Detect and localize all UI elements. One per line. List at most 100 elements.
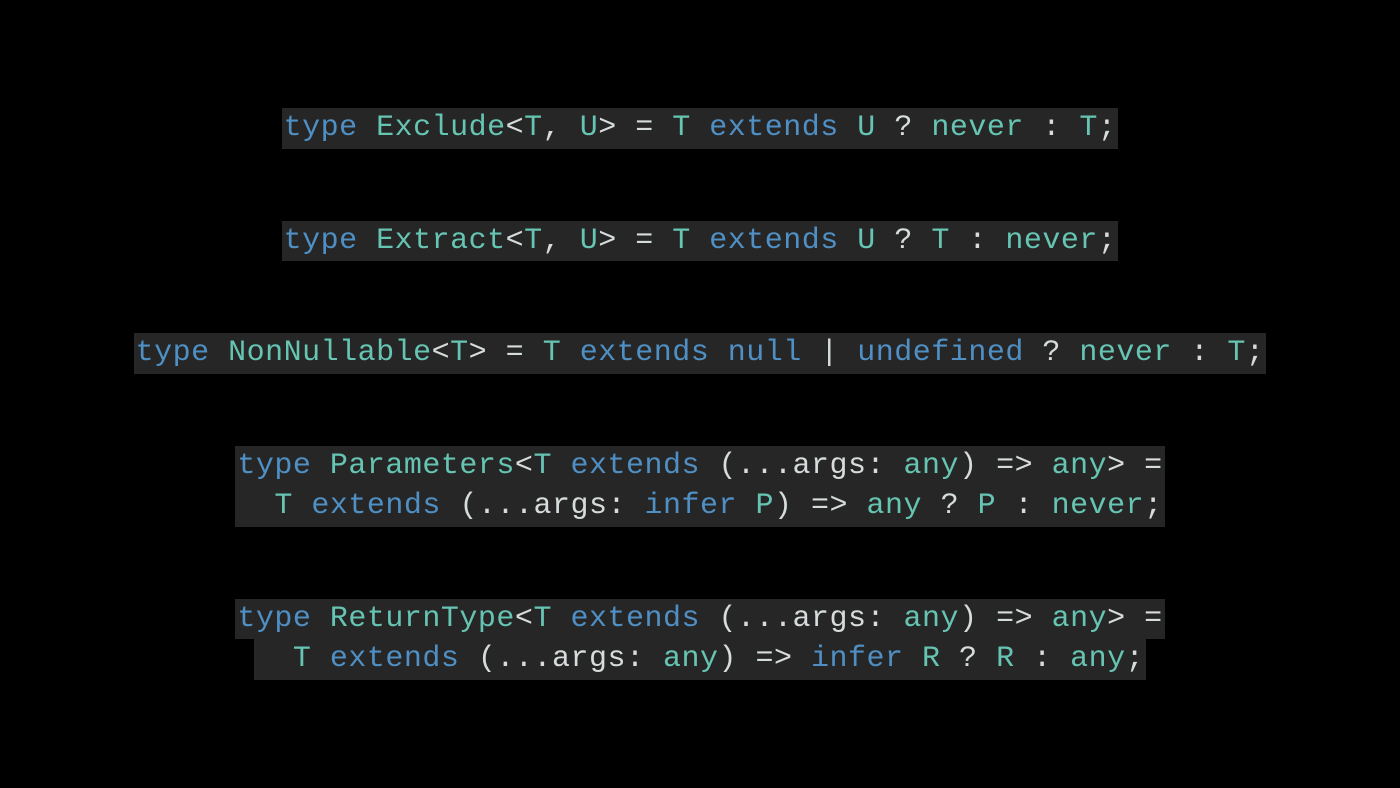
code-token: , — [543, 224, 580, 258]
code-token: extends — [709, 111, 839, 145]
code-token: args — [793, 449, 867, 483]
code-token: type — [136, 336, 229, 370]
code-token: T — [274, 489, 293, 523]
code-token: type — [284, 111, 377, 145]
code-token: args — [793, 602, 867, 636]
code-slide: type Exclude<T, U> = T extends U ? never… — [0, 0, 1400, 788]
code-token: T — [543, 336, 562, 370]
code-token: ? — [922, 489, 978, 523]
code-token — [237, 489, 274, 523]
code-token: infer — [811, 642, 904, 676]
code-token: ; — [1126, 642, 1145, 676]
code-token — [561, 336, 580, 370]
code-token: (... — [459, 642, 552, 676]
code-token: : — [626, 642, 663, 676]
code-token: ? — [941, 642, 997, 676]
code-token: ? — [1024, 336, 1080, 370]
code-token: T — [524, 111, 543, 145]
code-token: ; — [1144, 489, 1163, 523]
code-token: any — [867, 489, 923, 523]
code-token — [709, 336, 728, 370]
code-token: ? — [876, 111, 932, 145]
code-token: T — [1079, 111, 1098, 145]
code-token: (... — [441, 489, 534, 523]
code-token: < — [506, 111, 525, 145]
code-token: T — [931, 224, 950, 258]
code-block-nonnullable: type NonNullable<T> = T extends null | u… — [134, 333, 1267, 374]
code-token: ) => — [718, 642, 811, 676]
code-token: R — [922, 642, 941, 676]
code-block-parameters: type Parameters<T extends (...args: any)… — [235, 446, 1164, 527]
code-token: undefined — [857, 336, 1024, 370]
code-token: ; — [1098, 224, 1117, 258]
code-token — [904, 642, 923, 676]
code-token: type — [237, 449, 330, 483]
code-token: any — [904, 449, 960, 483]
code-token: T — [672, 111, 691, 145]
code-token: args — [533, 489, 607, 523]
code-token — [839, 111, 858, 145]
code-line: T extends (...args: any) => infer R ? R … — [254, 639, 1146, 680]
code-token — [293, 489, 312, 523]
code-token: never — [1079, 336, 1172, 370]
code-token: < — [515, 602, 534, 636]
code-token: , — [543, 111, 580, 145]
code-block-extract: type Extract<T, U> = T extends U ? T : n… — [282, 221, 1119, 262]
code-token: : — [996, 489, 1052, 523]
code-token: ) => — [774, 489, 867, 523]
code-token: args — [552, 642, 626, 676]
code-token: T — [293, 642, 312, 676]
code-token: any — [904, 602, 960, 636]
code-token: : — [607, 489, 644, 523]
code-token: extends — [580, 336, 710, 370]
code-token — [737, 489, 756, 523]
code-token: R — [996, 642, 1015, 676]
code-token: T — [524, 224, 543, 258]
code-token: any — [1070, 642, 1126, 676]
code-token: ) => — [959, 602, 1052, 636]
code-token — [552, 602, 571, 636]
code-token: any — [1052, 449, 1108, 483]
code-token: > = — [598, 111, 672, 145]
code-line: type Extract<T, U> = T extends U ? T : n… — [282, 221, 1119, 262]
code-token: ; — [1246, 336, 1265, 370]
code-token: type — [284, 224, 377, 258]
code-token: extends — [330, 642, 460, 676]
code-token: T — [450, 336, 469, 370]
code-line: type NonNullable<T> = T extends null | u… — [134, 333, 1267, 374]
code-token — [552, 449, 571, 483]
code-token: ; — [1098, 111, 1117, 145]
code-token: < — [506, 224, 525, 258]
code-token: T — [672, 224, 691, 258]
code-token: any — [663, 642, 719, 676]
code-token: < — [432, 336, 451, 370]
code-token: U — [857, 111, 876, 145]
code-token: > = — [1107, 449, 1163, 483]
code-token: : — [1024, 111, 1080, 145]
code-token: : — [867, 602, 904, 636]
code-token: : — [1015, 642, 1071, 676]
code-token: extends — [709, 224, 839, 258]
code-line: type Exclude<T, U> = T extends U ? never… — [282, 108, 1119, 149]
code-token: P — [756, 489, 775, 523]
code-token: U — [580, 111, 599, 145]
code-block-exclude: type Exclude<T, U> = T extends U ? never… — [282, 108, 1119, 149]
code-token: ) => — [959, 449, 1052, 483]
code-token: > = — [469, 336, 543, 370]
code-token: U — [580, 224, 599, 258]
code-token: T — [1227, 336, 1246, 370]
code-token: T — [533, 602, 552, 636]
code-token: any — [1052, 602, 1108, 636]
code-token: P — [978, 489, 997, 523]
code-token: T — [533, 449, 552, 483]
code-token: | — [802, 336, 858, 370]
code-line: type Parameters<T extends (...args: any)… — [235, 446, 1164, 487]
code-token — [691, 111, 710, 145]
code-token — [839, 224, 858, 258]
code-token: never — [1005, 224, 1098, 258]
code-token: > = — [1107, 602, 1163, 636]
code-token: type — [237, 602, 330, 636]
code-token: ReturnType — [330, 602, 515, 636]
code-token: (... — [700, 449, 793, 483]
code-token: Exclude — [376, 111, 506, 145]
